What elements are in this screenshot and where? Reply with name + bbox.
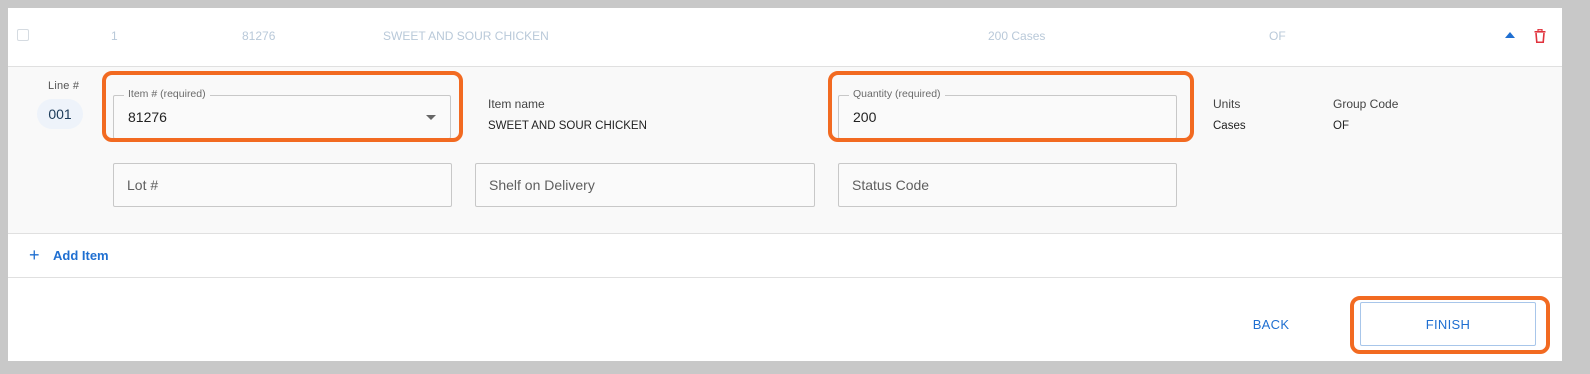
shelf-on-delivery-input[interactable] (476, 164, 814, 206)
units-value: Cases (1213, 120, 1246, 132)
finish-button[interactable]: FINISH (1360, 302, 1536, 346)
summary-item-number: 81276 (242, 29, 276, 43)
lot-number-field[interactable] (113, 163, 452, 207)
quantity-legend: Quantity (required) (849, 88, 945, 100)
item-number-select[interactable]: Item # (required) 81276 (113, 88, 451, 139)
back-button[interactable]: BACK (1233, 310, 1309, 338)
row-checkbox[interactable] (17, 29, 29, 41)
status-code-field[interactable] (838, 163, 1177, 207)
add-item-row[interactable]: + Add Item (8, 234, 1562, 278)
line-details-section: Line # 001 Item # (required) 81276 Item … (8, 67, 1562, 234)
line-number-badge: 001 (37, 99, 83, 129)
status-code-input[interactable] (839, 164, 1176, 206)
group-code-value: OF (1333, 120, 1349, 132)
collapse-icon[interactable] (1505, 32, 1515, 38)
summary-line-number: 1 (111, 29, 118, 43)
delete-icon[interactable] (1534, 29, 1546, 43)
summary-quantity: 200 Cases (988, 29, 1046, 43)
shelf-on-delivery-field[interactable] (475, 163, 815, 207)
quantity-field[interactable]: Quantity (required) 200 (838, 88, 1177, 139)
item-name-label: Item name (488, 97, 545, 111)
item-name-value: SWEET AND SOUR CHICKEN (488, 120, 647, 132)
chevron-down-icon[interactable] (426, 115, 436, 120)
summary-group-code: OF (1269, 29, 1286, 43)
line-summary-row[interactable]: 1 81276 SWEET AND SOUR CHICKEN 200 Cases… (8, 8, 1562, 67)
item-number-legend: Item # (required) (124, 88, 210, 100)
quantity-value: 200 (853, 109, 877, 125)
order-line-panel: 1 81276 SWEET AND SOUR CHICKEN 200 Cases… (8, 8, 1562, 361)
units-label: Units (1213, 97, 1241, 111)
plus-icon[interactable]: + (29, 246, 40, 264)
summary-item-name: SWEET AND SOUR CHICKEN (383, 29, 549, 43)
lot-number-input[interactable] (114, 164, 451, 206)
add-item-link[interactable]: Add Item (53, 248, 109, 263)
item-number-value: 81276 (128, 109, 167, 125)
line-number-label: Line # (48, 80, 80, 92)
group-code-label: Group Code (1333, 97, 1399, 111)
